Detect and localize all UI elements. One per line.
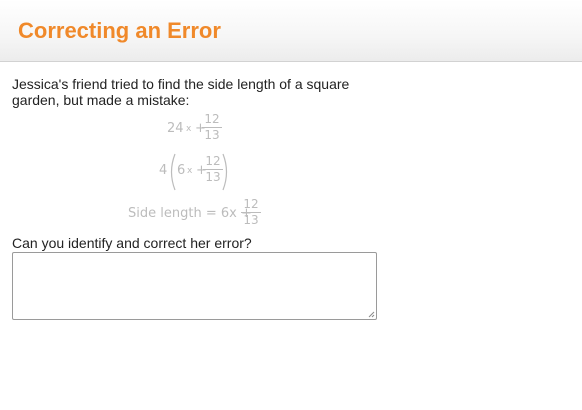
prompt-line-2: garden, but made a mistake: (12, 92, 190, 108)
page-header: Correcting an Error (0, 0, 582, 62)
resize-handle-icon[interactable] (367, 310, 375, 318)
step2-inner: 6 (177, 163, 186, 178)
prompt-line-1: Jessica's friend tried to find the side … (12, 76, 350, 92)
step2-fraction-denominator: 13 (205, 170, 221, 184)
question-text: Can you identify and correct her error? (12, 235, 252, 251)
step1-fraction: 12 13 (202, 113, 222, 142)
step1-lead: 24 (167, 121, 184, 136)
step2-fraction: 12 13 (203, 155, 223, 184)
step3-fraction: 12 13 (241, 198, 261, 227)
answer-textarea[interactable] (12, 252, 377, 320)
step3-text: Side length = 6x + (128, 206, 252, 221)
page-title: Correcting an Error (18, 18, 221, 43)
step3-fraction-numerator: 12 (243, 197, 259, 211)
step2-right-paren (222, 153, 228, 191)
step2-fraction-numerator: 12 (205, 154, 221, 168)
step1-times-symbol: x (186, 124, 192, 134)
step2-times-symbol: x (187, 166, 193, 176)
problem-prompt: Jessica's friend tried to find the side … (12, 76, 372, 108)
step1-fraction-denominator: 13 (204, 128, 220, 142)
step3-fraction-denominator: 13 (243, 213, 259, 227)
step2-left-paren (170, 153, 176, 191)
step1-fraction-numerator: 12 (204, 112, 220, 126)
